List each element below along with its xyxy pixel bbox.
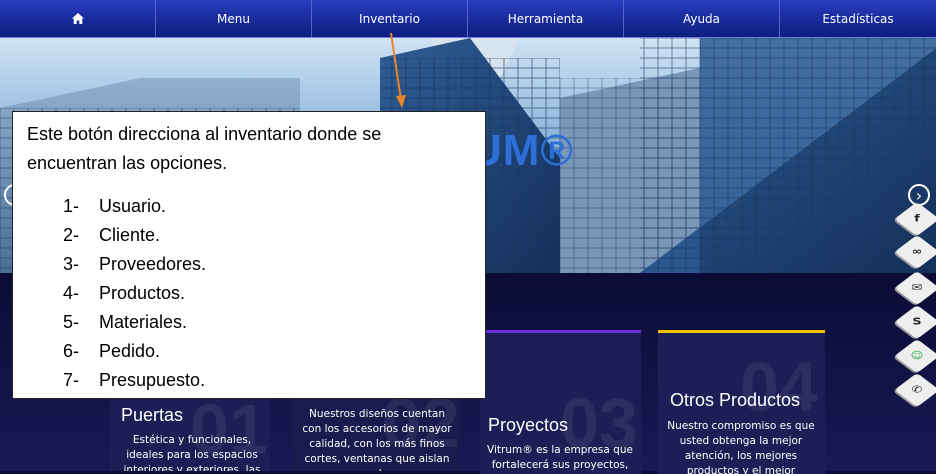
card-title: Proyectos [488, 415, 569, 435]
nav-home[interactable] [0, 0, 156, 37]
card-description: Estética y funcionales, ideales para los… [123, 434, 261, 471]
card-title: Otros Productos [670, 390, 801, 410]
card-number: 04 [740, 348, 818, 426]
card-puertas[interactable]: 01 Puertas Estética y funcionales, ideal… [110, 395, 270, 471]
list-item: 1- Usuario. [63, 196, 167, 216]
card-description: Vitrum® es la empresa que fortalecerá su… [487, 444, 633, 471]
nav-inventario[interactable]: Inventario [312, 0, 468, 37]
list-item: 7- Presupuesto. [63, 370, 206, 390]
card-title: Puertas [121, 405, 184, 425]
nav-ayuda[interactable]: Ayuda [624, 0, 780, 37]
top-navbar: Menu Inventario Herramienta Ayuda Estadí… [0, 0, 936, 38]
list-item: 5- Materiales. [63, 312, 188, 332]
annotation-callout: Este botón direcciona al inventario dond… [12, 111, 486, 399]
card-proyectos[interactable]: 03 Proyectos Vitrum® es la empresa que f… [480, 330, 641, 474]
list-item: 3- Proveedores. [63, 254, 207, 274]
inventory-options-list: 1- Usuario. 2- Cliente. 3- Proveedores. 4- P… [63, 192, 206, 395]
home-icon [71, 13, 84, 24]
list-item: 2- Cliente. [63, 225, 161, 245]
card-description: Nuestro compromiso es que usted obtenga … [667, 420, 815, 474]
card-ventanas[interactable]: 02 Nuestros diseños cuentan con los acce… [292, 393, 460, 471]
nav-estadisticas[interactable]: Estadísticas [780, 0, 936, 37]
annotation-intro: Este botón direcciona al inventario dond… [27, 124, 382, 173]
nav-herramienta[interactable]: Herramienta [468, 0, 624, 37]
card-otros-productos[interactable]: 04 Otros Productos Nuestro compromiso es… [658, 330, 825, 474]
card-description: Nuestros diseños cuentan con los accesor… [302, 408, 452, 471]
nav-menu[interactable]: Menu [156, 0, 312, 37]
list-item: 4- Productos. [63, 283, 186, 303]
list-item: 6- Pedido. [63, 341, 161, 361]
